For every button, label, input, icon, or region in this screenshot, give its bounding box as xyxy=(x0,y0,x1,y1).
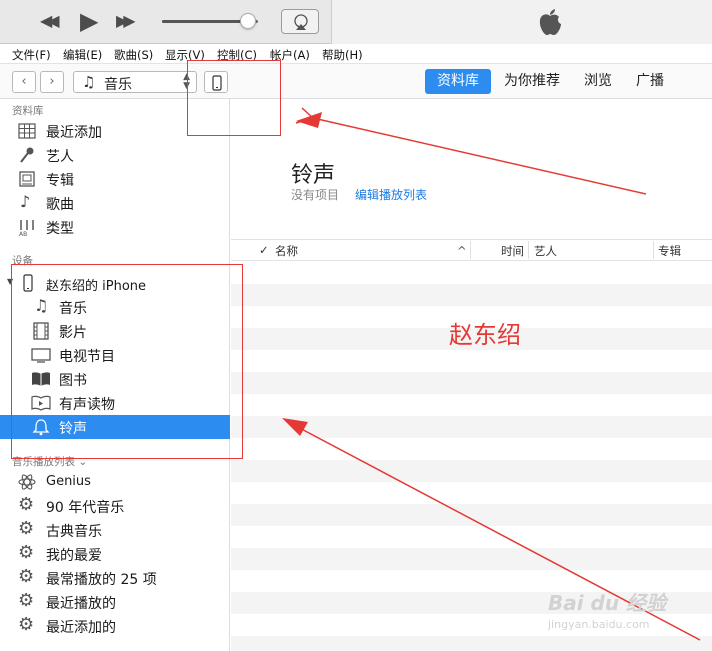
watermark-line-2: jingyan.baidu.com xyxy=(548,618,650,631)
annotation-arrows xyxy=(282,107,701,641)
watermark: Bai du 经验 jingyan.baidu.com xyxy=(548,587,666,631)
annotation-arrowhead-bottom xyxy=(282,418,308,436)
annotation-arrow-top xyxy=(295,107,647,195)
watermark-line-1: Bai du 经验 xyxy=(548,591,667,615)
